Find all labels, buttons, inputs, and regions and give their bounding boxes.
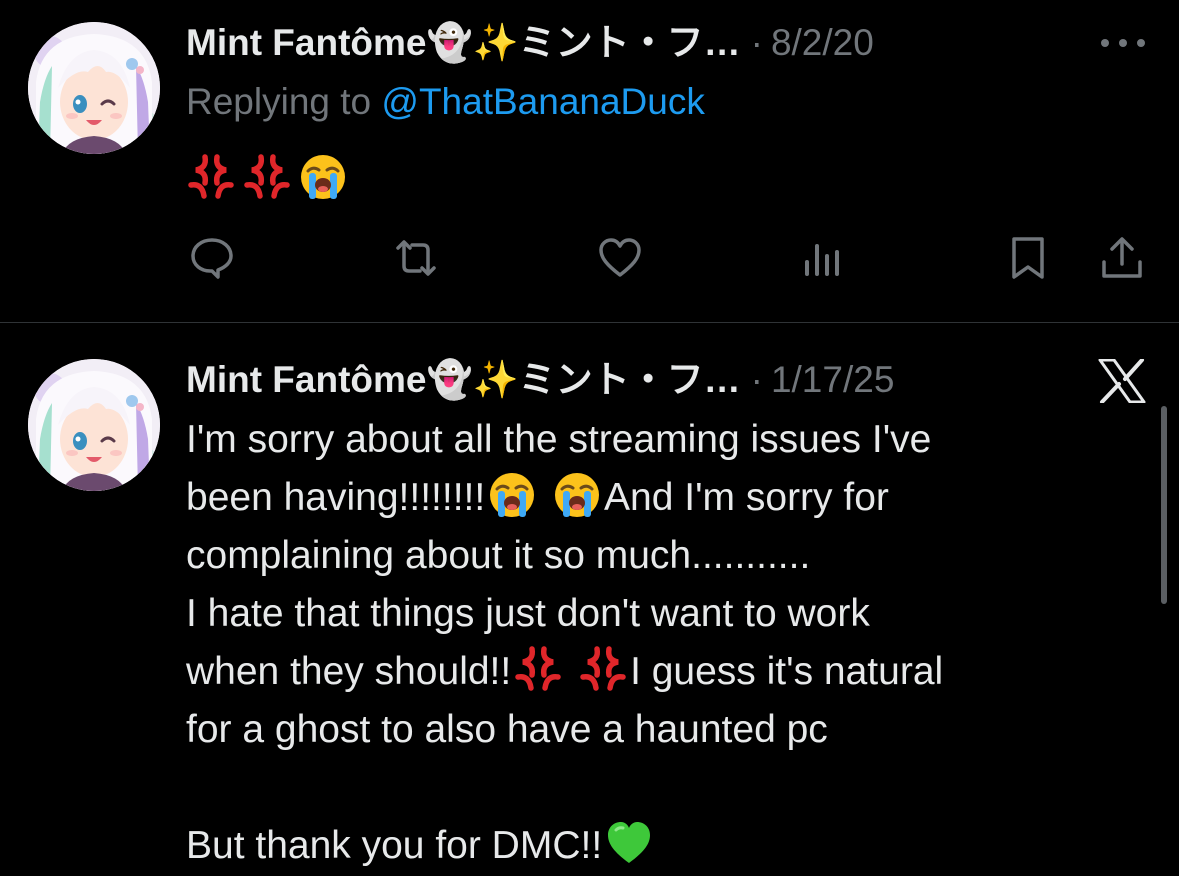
retweet-icon[interactable]	[392, 234, 440, 282]
bookmark-icon[interactable]	[1004, 234, 1052, 282]
share-icon[interactable]	[1098, 234, 1146, 282]
tweet-text-line: when they should!! I guess it's natural	[186, 643, 1146, 701]
tweet-text-line: I'm sorry about all the streaming issues…	[186, 418, 932, 461]
anger-symbol-icon	[186, 152, 236, 202]
more-options-icon[interactable]	[1101, 36, 1145, 50]
separator-dot: ·	[750, 22, 763, 63]
tweet[interactable]: Mint Fantôme👻✨ミント・フ… · 8/2/20 Replying t…	[0, 0, 1179, 322]
tweet-date[interactable]: 8/2/20	[771, 18, 874, 68]
replying-prefix: Replying to	[186, 81, 372, 122]
tweet-text-segment: But thank you for DMC!!	[186, 824, 603, 867]
mention-link[interactable]: @ThatBananaDuck	[381, 81, 704, 122]
tweet-text-segment: I guess it's natural	[630, 650, 944, 693]
tweet-text-line: for a ghost to also have a haunted pc	[186, 708, 828, 751]
scrollbar[interactable]	[1161, 406, 1167, 604]
anger-symbol-icon	[578, 644, 628, 694]
green-heart-icon	[604, 818, 654, 868]
replying-to: Replying to @ThatBananaDuck	[186, 78, 705, 126]
loudly-crying-face-icon	[552, 470, 602, 520]
tweet-text-segment: And I'm sorry for	[604, 476, 889, 519]
tweet-header: Mint Fantôme👻✨ミント・フ… · 8/2/20	[186, 18, 874, 68]
tweet-actions	[186, 234, 1156, 282]
tweet-text-line: been having!!!!!!!! And I'm sorry for	[186, 469, 1146, 527]
avatar[interactable]	[28, 22, 160, 154]
tweet-text-segment: been having!!!!!!!!	[186, 476, 486, 519]
tweet-text	[186, 152, 348, 202]
tweet-text: I'm sorry about all the streaming issues…	[186, 411, 1146, 875]
anger-symbol-icon	[513, 644, 563, 694]
avatar[interactable]	[28, 359, 160, 491]
loudly-crying-face-icon	[487, 470, 537, 520]
anger-symbol-icon	[242, 152, 292, 202]
author-name[interactable]: Mint Fantôme👻✨ミント・フ…	[186, 18, 741, 68]
like-icon[interactable]	[596, 234, 644, 282]
separator-dot: ·	[750, 359, 763, 400]
tweet-date[interactable]: 1/17/25	[771, 355, 894, 405]
views-icon[interactable]	[800, 234, 848, 282]
tweet-text-line: I hate that things just don't want to wo…	[186, 592, 870, 635]
tweet-text-segment: when they should!!	[186, 650, 512, 693]
tweet-header: Mint Fantôme👻✨ミント・フ… · 1/17/25	[186, 355, 894, 405]
author-name[interactable]: Mint Fantôme👻✨ミント・フ…	[186, 355, 741, 405]
tweet-text-line: But thank you for DMC!!	[186, 817, 1146, 875]
tweet[interactable]: Mint Fantôme👻✨ミント・フ… · 1/17/25 I'm sorry…	[0, 323, 1179, 876]
loudly-crying-face-icon	[298, 152, 348, 202]
x-logo-icon	[1098, 358, 1146, 404]
tweet-text-line: complaining about it so much...........	[186, 534, 811, 577]
reply-icon[interactable]	[188, 234, 236, 282]
